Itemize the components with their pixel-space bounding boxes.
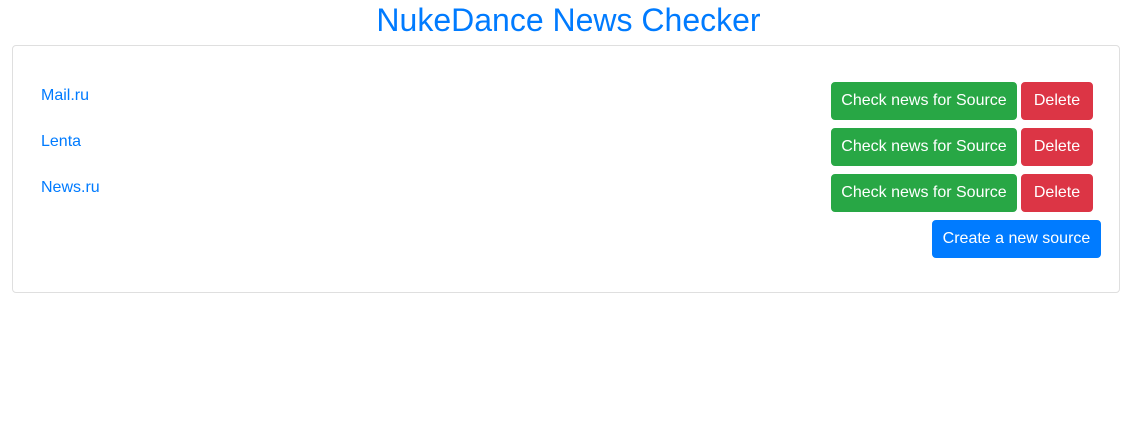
- check-news-button[interactable]: Check news for Source: [831, 82, 1017, 120]
- source-link-mailru[interactable]: Mail.ru: [41, 84, 89, 108]
- source-link-lenta[interactable]: Lenta: [41, 130, 81, 154]
- delete-button[interactable]: Delete: [1021, 82, 1093, 120]
- delete-button[interactable]: Delete: [1021, 174, 1093, 212]
- check-news-button[interactable]: Check news for Source: [831, 174, 1017, 212]
- page-title: NukeDance News Checker: [376, 2, 761, 38]
- sources-card: Mail.ru Check news for Source Delete Len…: [12, 45, 1120, 293]
- check-news-button[interactable]: Check news for Source: [831, 128, 1017, 166]
- source-row: Mail.ru Check news for Source Delete: [13, 82, 1121, 120]
- delete-button[interactable]: Delete: [1021, 128, 1093, 166]
- source-row: News.ru Check news for Source Delete: [13, 174, 1121, 212]
- source-link-newsru[interactable]: News.ru: [41, 176, 100, 200]
- source-row: Lenta Check news for Source Delete: [13, 128, 1121, 166]
- create-source-button[interactable]: Create a new source: [932, 220, 1101, 258]
